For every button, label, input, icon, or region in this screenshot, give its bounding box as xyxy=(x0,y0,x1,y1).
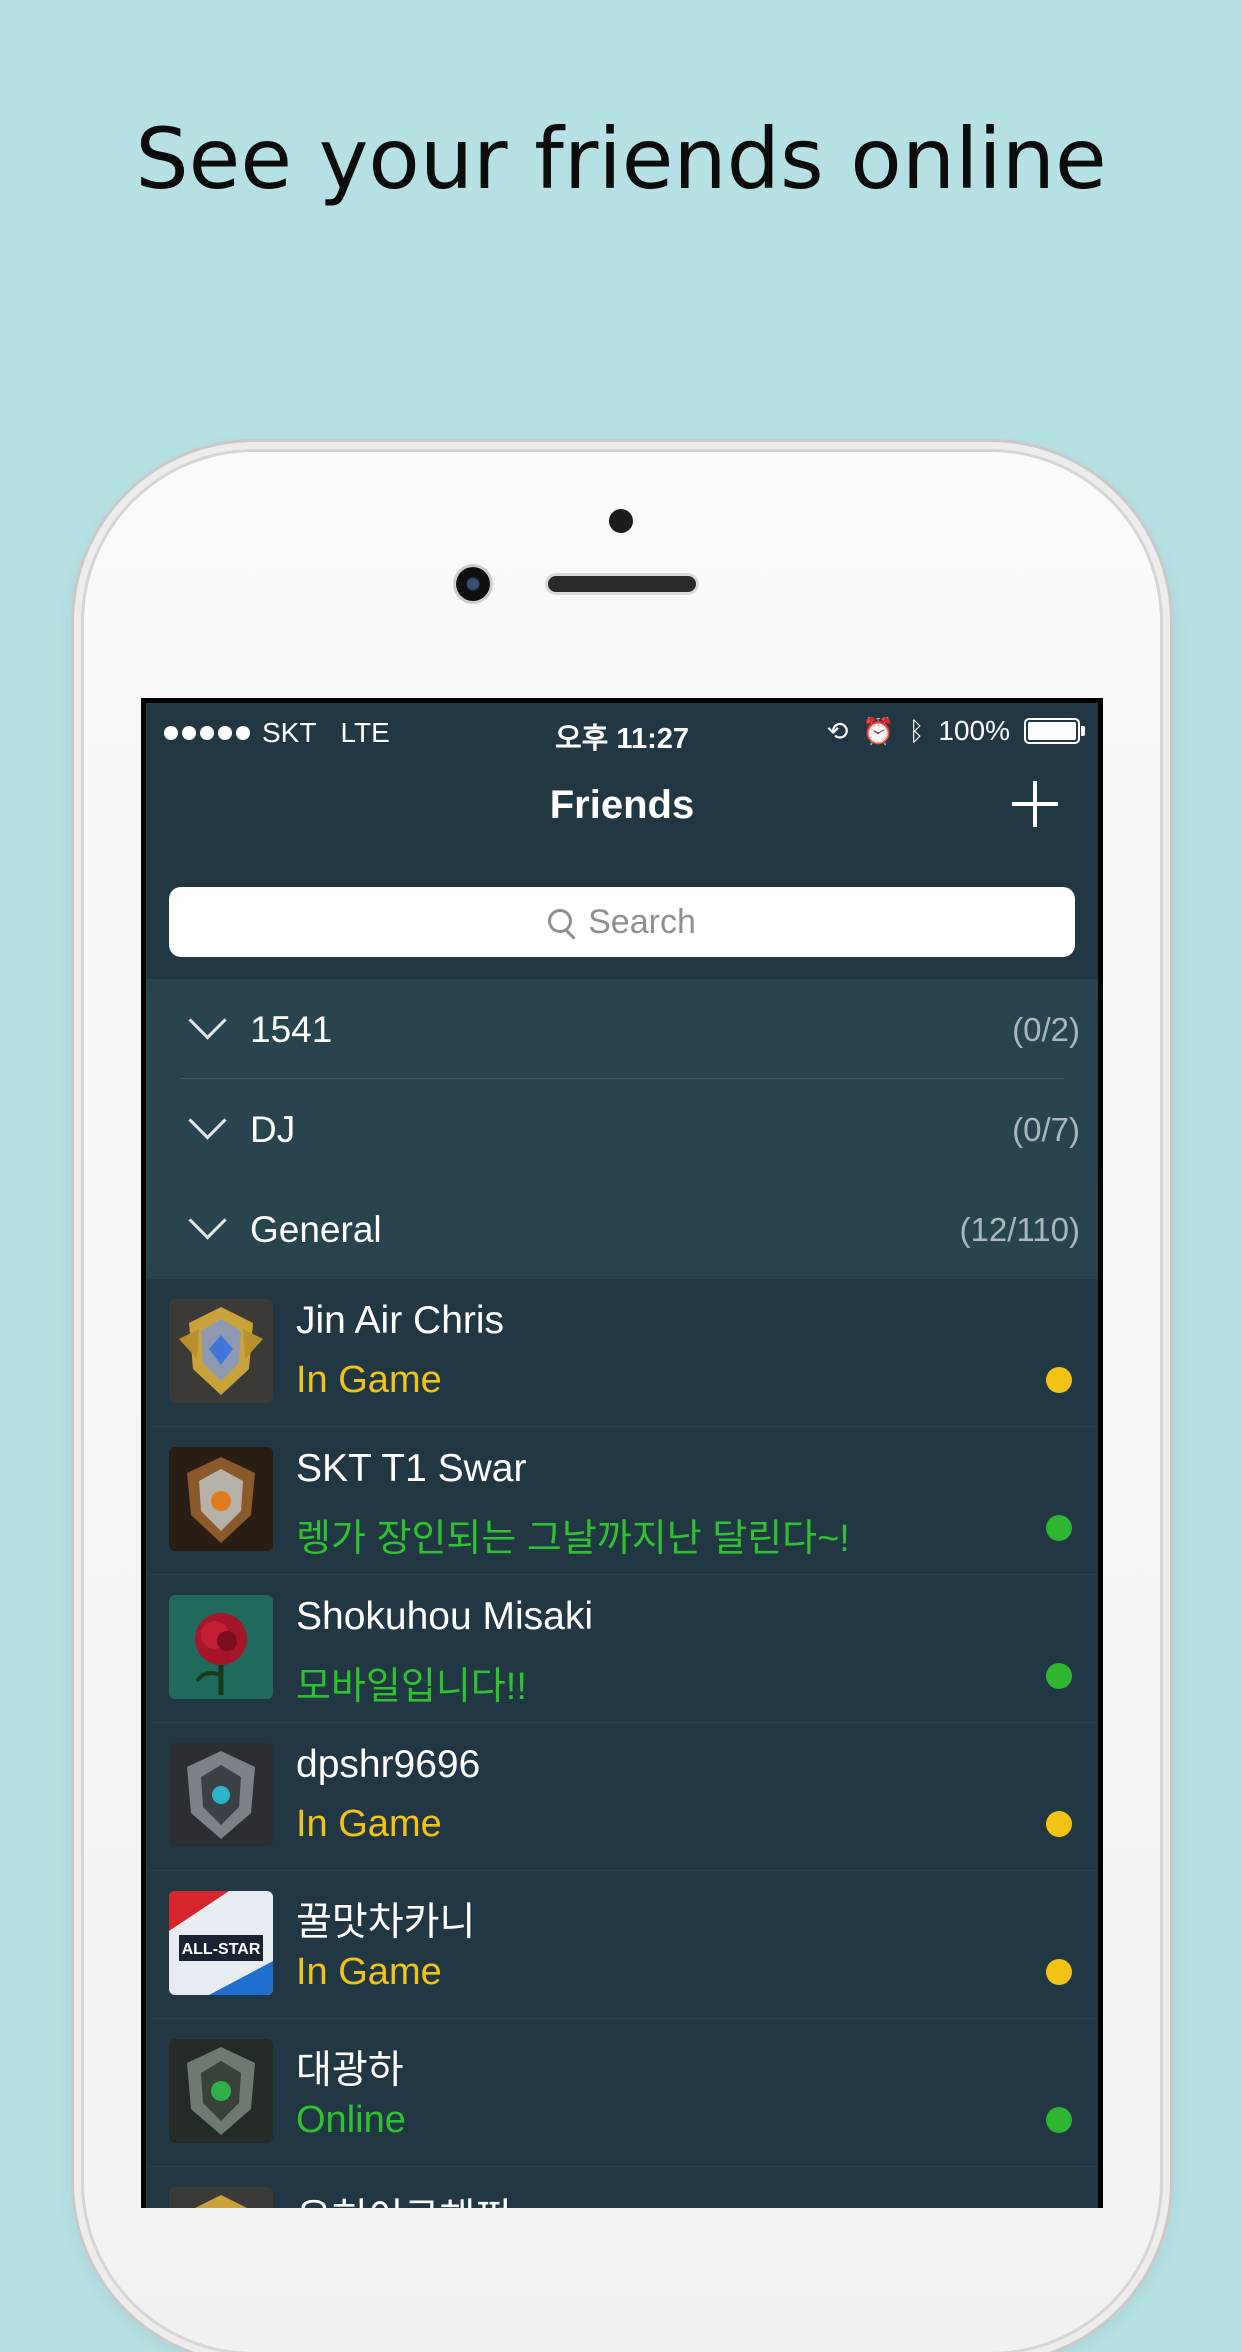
friend-status: In Game xyxy=(296,1803,442,1845)
battery-percent: 100% xyxy=(938,715,1010,746)
alarm-icon: ⏰ xyxy=(862,716,895,746)
avatar xyxy=(169,1595,273,1699)
presence-dot xyxy=(1046,1367,1072,1393)
status-icons: ⟲ ⏰ ᛒ 100% xyxy=(826,715,1085,747)
chevron-down-icon xyxy=(188,1001,227,1040)
group-name: 1541 xyxy=(250,1009,333,1050)
group-row-dj[interactable]: DJ (0/7) xyxy=(146,1079,1098,1179)
avatar xyxy=(169,1743,273,1847)
phone-screen: SKT LTE 오후 11:27 ⟲ ⏰ ᛒ 100% Friends Sear… xyxy=(141,698,1103,2208)
friend-name: 대광하 xyxy=(296,2049,404,2092)
group-name: DJ xyxy=(250,1109,296,1150)
friend-status: 렝가 장인되는 그날까지난 달린다~! xyxy=(296,1518,850,1560)
friend-status: In Game xyxy=(296,1951,442,1993)
friend-row[interactable]: 대광하 Online xyxy=(146,2019,1098,2167)
friend-row[interactable]: Jin Air Chris In Game xyxy=(146,1279,1098,1427)
avatar xyxy=(169,1447,273,1551)
chevron-down-icon xyxy=(188,1201,227,1240)
friend-name: 유혀이쿠해쪄 xyxy=(296,2187,511,2208)
friend-name: Shokuhou Misaki xyxy=(296,1595,593,1638)
group-count: (0/2) xyxy=(1012,1011,1080,1048)
search-placeholder: Search xyxy=(588,902,696,941)
friend-status: Online xyxy=(296,2099,406,2141)
presence-dot xyxy=(1046,1515,1072,1541)
group-count: (0/7) xyxy=(1012,1111,1080,1148)
group-count: (12/110) xyxy=(959,1211,1080,1248)
headline: See your friends online xyxy=(135,110,1107,208)
group-list: 1541 (0/2) DJ (0/7) General (12/110) xyxy=(146,979,1098,1279)
group-row-general[interactable]: General (12/110) xyxy=(146,1179,1098,1279)
avatar xyxy=(169,2039,273,2143)
friend-status: In Game xyxy=(296,1359,442,1401)
earpiece-speaker xyxy=(548,576,696,592)
presence-dot xyxy=(1046,1663,1072,1689)
battery-icon xyxy=(1024,718,1085,744)
avatar: ALL-STAR xyxy=(169,1891,273,1995)
chevron-down-icon xyxy=(188,1101,227,1140)
search-icon xyxy=(548,909,574,935)
search-input[interactable]: Search xyxy=(169,887,1075,957)
front-camera xyxy=(456,567,490,601)
friend-list: Jin Air Chris In Game SKT T1 Swar 렝가 장인되… xyxy=(146,1279,1098,2208)
group-row-1541[interactable]: 1541 (0/2) xyxy=(146,979,1098,1079)
friend-status: 모바일입니다!! xyxy=(296,1666,527,1708)
page-title: Friends xyxy=(549,783,695,827)
proximity-sensor xyxy=(609,509,633,533)
friend-row[interactable]: 유혀이쿠해쪄 xyxy=(146,2167,1098,2208)
friends-app: SKT LTE 오후 11:27 ⟲ ⏰ ᛒ 100% Friends Sear… xyxy=(146,703,1098,2208)
svg-text:ALL-STAR: ALL-STAR xyxy=(182,1941,261,1958)
add-friend-button[interactable] xyxy=(1010,779,1060,829)
presence-dot xyxy=(1046,2107,1072,2133)
friend-row[interactable]: ALL-STAR 꿀맛차카니 In Game xyxy=(146,1871,1098,2019)
friend-name: dpshr9696 xyxy=(296,1743,481,1786)
friend-row[interactable]: dpshr9696 In Game xyxy=(146,1723,1098,1871)
bluetooth-icon: ᛒ xyxy=(908,716,925,746)
friend-name: Jin Air Chris xyxy=(296,1299,505,1342)
rotation-lock-icon: ⟲ xyxy=(826,716,849,746)
friend-name: SKT T1 Swar xyxy=(296,1447,527,1490)
friend-row[interactable]: SKT T1 Swar 렝가 장인되는 그날까지난 달린다~! xyxy=(146,1427,1098,1575)
navigation-bar: Friends xyxy=(146,757,1098,865)
presence-dot xyxy=(1046,1811,1072,1837)
avatar xyxy=(169,1299,273,1403)
avatar xyxy=(169,2187,273,2208)
presence-dot xyxy=(1046,1959,1072,1985)
group-name: General xyxy=(250,1209,382,1250)
status-bar: SKT LTE 오후 11:27 ⟲ ⏰ ᛒ 100% xyxy=(146,703,1098,757)
friend-name: 꿀맛차카니 xyxy=(296,1901,476,1944)
friend-row[interactable]: Shokuhou Misaki 모바일입니다!! xyxy=(146,1575,1098,1723)
